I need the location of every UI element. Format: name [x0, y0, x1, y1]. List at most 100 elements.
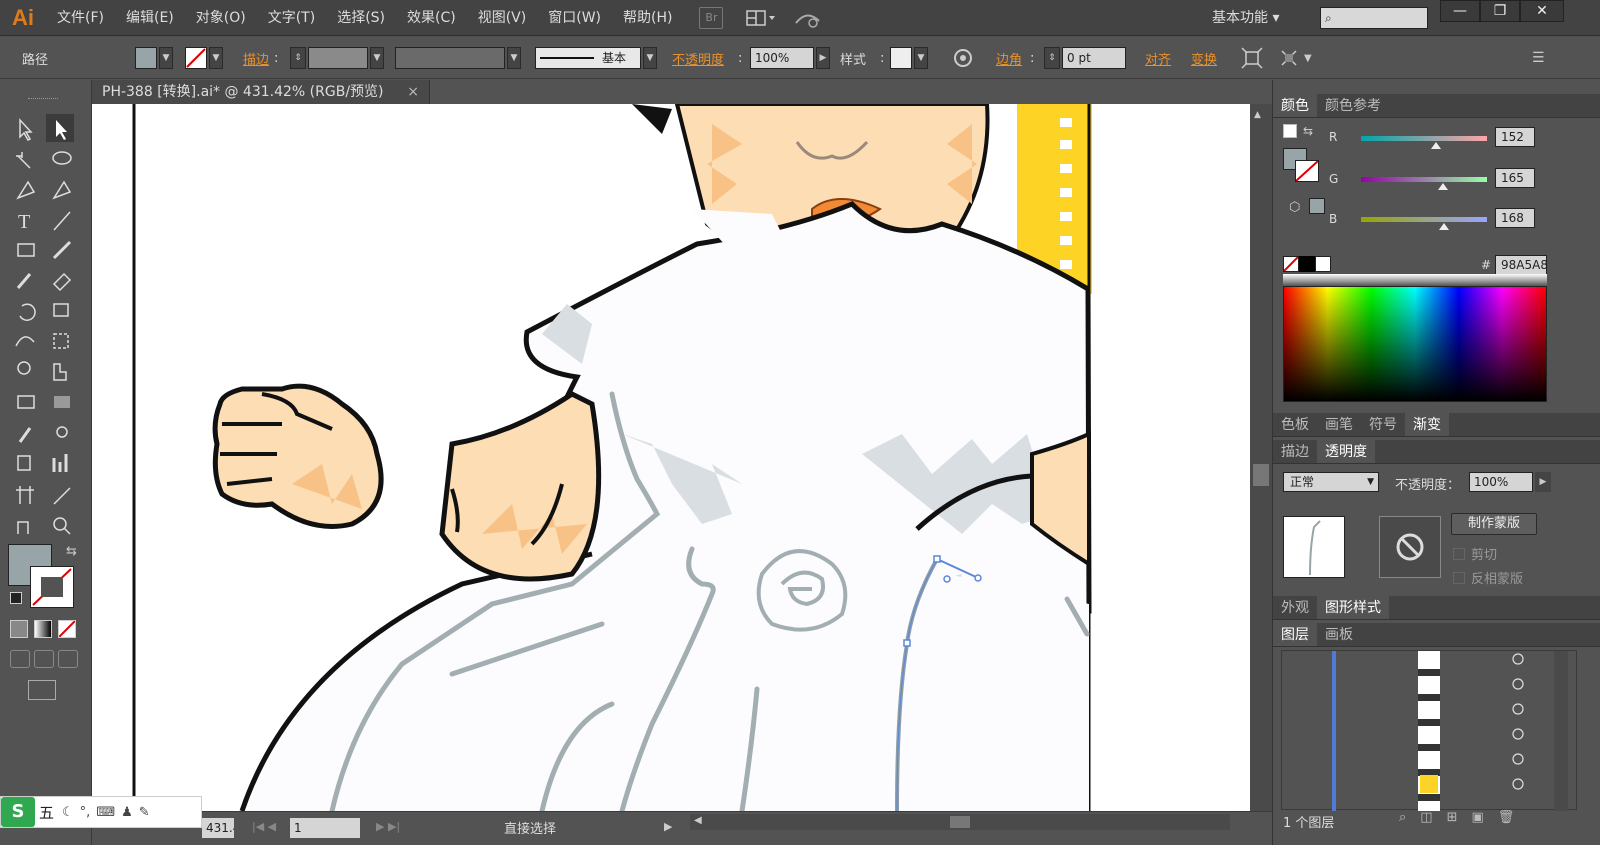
layers-list[interactable]	[1281, 650, 1578, 811]
tab-color[interactable]: 颜色	[1273, 94, 1317, 117]
user-icon[interactable]: ♟	[121, 805, 133, 820]
stroke-weight-field[interactable]: ⇕ ▼	[290, 37, 384, 79]
none-mode-button[interactable]	[58, 620, 76, 638]
object-thumbnail[interactable]	[1283, 516, 1345, 578]
vertical-scrollbar[interactable]: ▲	[1250, 104, 1272, 811]
tab-gradient[interactable]: 渐变	[1405, 413, 1449, 436]
tab-swatches[interactable]: 色板	[1273, 413, 1317, 436]
chevron-down-icon[interactable]: ▼	[914, 47, 928, 69]
color-mode-button[interactable]	[10, 620, 28, 638]
b-slider[interactable]	[1361, 217, 1487, 222]
zoom-field[interactable]: 431.42	[202, 818, 234, 838]
scroll-up-icon[interactable]: ▲	[1254, 110, 1261, 120]
b-value-field[interactable]: 168	[1495, 208, 1535, 228]
status-menu-icon[interactable]: ▶	[664, 820, 672, 833]
chevron-down-icon[interactable]: ▼	[209, 47, 223, 69]
scrollbar-thumb[interactable]	[1253, 464, 1269, 486]
menu-effect[interactable]: 效果(C)	[396, 0, 467, 36]
corner-radius-field[interactable]: ⇕ 0 pt	[1044, 37, 1126, 79]
gamut-swatch[interactable]	[1309, 198, 1325, 214]
swap-colors-icon[interactable]: ⇆	[66, 544, 77, 559]
tab-graphic-styles[interactable]: 图形样式	[1317, 596, 1389, 619]
restore-button[interactable]: ❐	[1480, 0, 1520, 22]
gpu-performance-button[interactable]	[793, 7, 825, 29]
chevron-right-icon[interactable]: ▶	[816, 47, 830, 69]
r-slider[interactable]	[1361, 136, 1487, 141]
close-tab-icon[interactable]: ×	[407, 80, 419, 104]
transform-link[interactable]: 变换	[1191, 37, 1217, 79]
minimize-button[interactable]: —	[1440, 0, 1480, 22]
chevron-down-icon[interactable]: ▼	[643, 47, 657, 69]
document-tab[interactable]: PH-388 [转换].ai* @ 431.42% (RGB/预览) ×	[92, 80, 430, 104]
invert-mask-checkbox[interactable]	[1453, 571, 1465, 584]
menu-type[interactable]: 文字(T)	[257, 0, 326, 36]
brush-definition-dropdown[interactable]: 基本 ▼	[535, 37, 657, 79]
fill-swatch[interactable]	[135, 47, 157, 69]
tab-symbols[interactable]: 符号	[1361, 413, 1405, 436]
hex-value-field[interactable]: 98A5A8	[1495, 255, 1548, 275]
menu-view[interactable]: 视图(V)	[467, 0, 538, 36]
stepper-icon[interactable]: ⇕	[1044, 47, 1060, 69]
graphic-style-control[interactable]: ▼	[890, 37, 928, 79]
draw-normal-button[interactable]	[10, 650, 30, 668]
mask-thumbnail[interactable]	[1379, 516, 1441, 578]
keyboard-icon[interactable]: ⌨	[96, 805, 115, 820]
ime-mode-label[interactable]: 五	[39, 802, 54, 823]
clip-checkbox[interactable]	[1453, 547, 1465, 560]
artboard-canvas[interactable]	[92, 104, 1250, 811]
layer-target-icons[interactable]	[1282, 651, 1578, 811]
black-swatch[interactable]	[1299, 256, 1315, 272]
gradient-mode-button[interactable]	[34, 620, 52, 638]
menu-file[interactable]: 文件(F)	[46, 0, 115, 36]
chevron-right-icon[interactable]: ▶	[1535, 472, 1551, 492]
opacity-label[interactable]: 不透明度	[672, 37, 724, 79]
next-page-icon[interactable]: ▶ ▶|	[376, 820, 400, 833]
white-swatch[interactable]	[1315, 256, 1331, 272]
locate-object-icon[interactable]: ⌕	[1399, 810, 1406, 825]
variable-width-dropdown[interactable]: ▼	[395, 37, 521, 79]
out-of-gamut-icon[interactable]: ⬡	[1289, 200, 1300, 215]
stroke-label[interactable]: 描边	[243, 37, 269, 79]
layers-scrollbar[interactable]	[1554, 651, 1568, 811]
menu-select[interactable]: 选择(S)	[326, 0, 396, 36]
chevron-down-icon[interactable]: ▼	[159, 47, 173, 69]
stroke-color-control[interactable]: ▼	[185, 37, 223, 79]
ime-toolbar[interactable]: S 五 ☾ °, ⌨ ♟ ✎	[0, 796, 202, 828]
first-page-icon[interactable]: |◀ ◀	[252, 820, 276, 833]
stepper-icon[interactable]: ⇕	[290, 47, 306, 69]
new-sublayer-icon[interactable]: ⊞	[1447, 810, 1458, 825]
arrange-documents-button[interactable]	[745, 7, 779, 29]
menu-help[interactable]: 帮助(H)	[612, 0, 683, 36]
transform-options-button[interactable]: ▼	[1278, 37, 1312, 79]
delete-layer-icon[interactable]: 🗑	[1498, 810, 1515, 825]
draw-inside-button[interactable]	[58, 650, 78, 668]
stroke-proxy[interactable]	[1295, 160, 1319, 182]
panel-menu-icon[interactable]: ☰	[1532, 37, 1545, 79]
make-clipping-mask-icon[interactable]: ◫	[1420, 810, 1432, 825]
screen-mode-button[interactable]	[28, 680, 56, 700]
chevron-down-icon[interactable]: ▼	[370, 47, 384, 69]
scroll-left-icon[interactable]: ◀	[694, 815, 702, 826]
style-swatch[interactable]	[890, 47, 912, 69]
close-window-button[interactable]: ✕	[1520, 0, 1564, 22]
corner-label[interactable]: 边角	[996, 37, 1022, 79]
artboard-number-field[interactable]: 1	[290, 818, 360, 838]
scrollbar-thumb[interactable]	[950, 816, 970, 828]
tab-brushes[interactable]: 画笔	[1317, 413, 1361, 436]
settings-icon[interactable]: ✎	[139, 805, 150, 820]
workspace-switcher[interactable]: 基本功能 ▾	[1212, 6, 1279, 30]
help-search-input[interactable]: ⌕	[1320, 7, 1428, 29]
punctuation-icon[interactable]: °,	[80, 805, 91, 820]
align-link[interactable]: 对齐	[1145, 37, 1171, 79]
clip-checkbox-row[interactable]: 剪切	[1453, 544, 1497, 563]
default-colors-icon[interactable]	[1283, 124, 1297, 138]
tab-layers[interactable]: 图层	[1273, 623, 1317, 646]
draw-behind-button[interactable]	[34, 650, 54, 668]
g-slider-thumb[interactable]	[1437, 183, 1448, 190]
tab-appearance[interactable]: 外观	[1273, 596, 1317, 619]
tab-artboards[interactable]: 画板	[1317, 623, 1361, 646]
horizontal-scrollbar[interactable]: ◀	[690, 814, 1230, 830]
menu-edit[interactable]: 编辑(E)	[115, 0, 185, 36]
make-mask-button[interactable]: 制作蒙版	[1451, 513, 1537, 535]
default-colors-icon[interactable]	[10, 592, 22, 604]
